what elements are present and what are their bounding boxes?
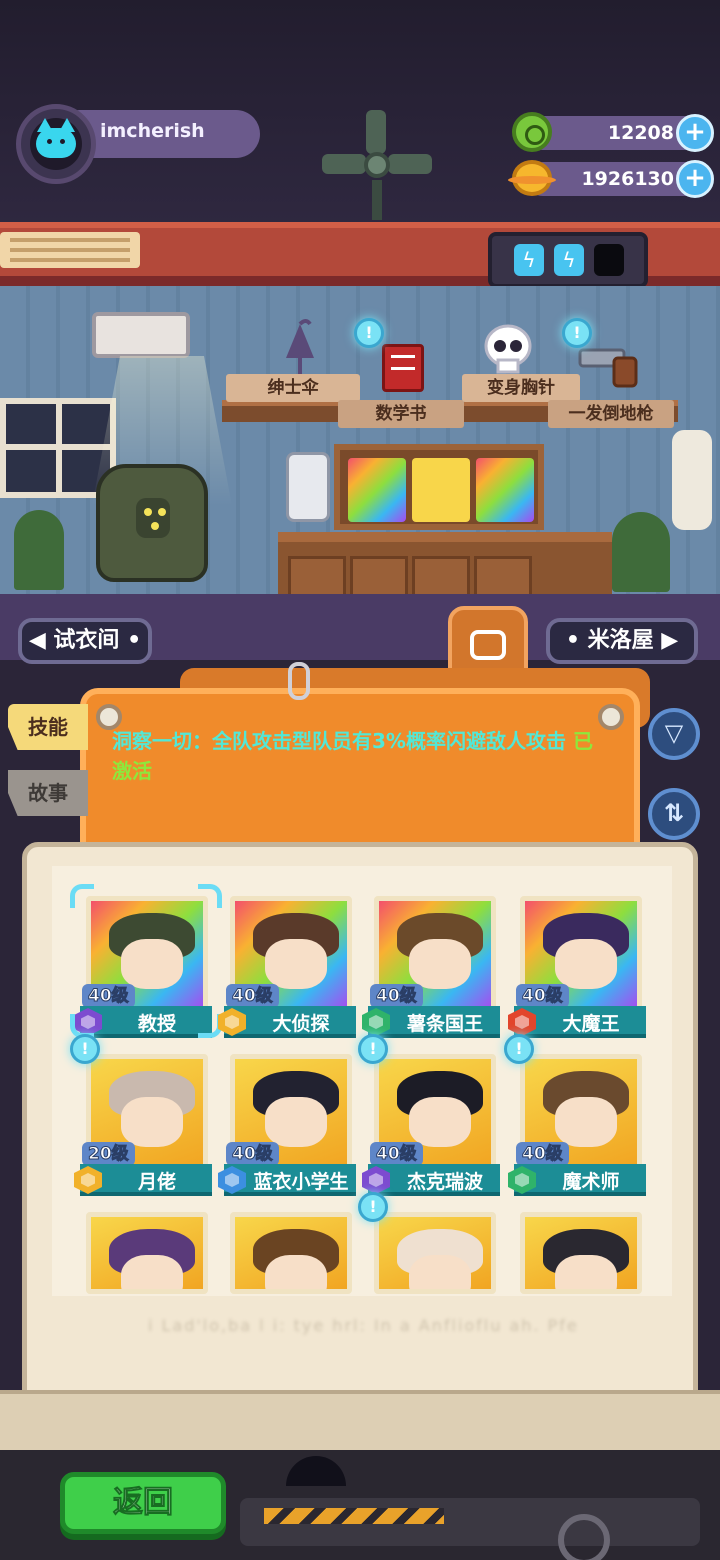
alert-bubble-icon bbox=[562, 318, 592, 348]
character-level: 40级 bbox=[226, 984, 279, 1008]
revolver-icon[interactable] bbox=[576, 344, 646, 390]
character-level: 40级 bbox=[516, 1142, 569, 1166]
professor-character[interactable] bbox=[96, 464, 208, 582]
character-level: 40级 bbox=[82, 984, 135, 1008]
player-profile[interactable]: imcherish bbox=[16, 104, 260, 192]
character-level: 40级 bbox=[370, 1142, 423, 1166]
character-name: 魔术师 bbox=[562, 1171, 620, 1193]
triangle-right-icon: ▶ bbox=[661, 628, 679, 653]
character-level: 40级 bbox=[516, 984, 569, 1008]
character-level: 40级 bbox=[226, 1142, 279, 1166]
character-name: 杰克瑞波 bbox=[406, 1171, 483, 1193]
character-name: 大魔王 bbox=[562, 1013, 620, 1035]
alert-bubble-icon bbox=[354, 318, 384, 348]
umbrella-icon[interactable] bbox=[280, 318, 320, 378]
energy-panel: ϟ ϟ bbox=[488, 232, 648, 288]
ceiling-lamp-icon bbox=[92, 312, 190, 358]
back-button[interactable]: 返回 bbox=[60, 1472, 226, 1534]
avatar[interactable] bbox=[16, 104, 96, 184]
triangle-left-icon: ◀ bbox=[28, 628, 46, 653]
character-name: 蓝衣小学生 bbox=[253, 1171, 349, 1193]
gem-count: 12208 bbox=[607, 122, 674, 144]
character-card[interactable]: 20级 月佬 bbox=[70, 1034, 212, 1198]
mini-card bbox=[348, 458, 406, 522]
display-cabinet bbox=[334, 444, 544, 530]
sort-icon: ⇅ bbox=[663, 799, 685, 827]
add-coins-button[interactable]: + bbox=[676, 160, 714, 198]
character-card[interactable]: 40级杰克瑞波 bbox=[358, 1034, 500, 1198]
selection-corner bbox=[70, 884, 94, 908]
alert-bubble-icon bbox=[504, 1034, 534, 1064]
math-book-icon[interactable] bbox=[382, 344, 424, 392]
book-pages bbox=[0, 1390, 720, 1450]
skill-description: 洞察一切：全队攻击型队员有3%概率闪避敌人攻击 已激活 bbox=[112, 726, 602, 786]
currency-coins: 1926130 + bbox=[508, 158, 714, 202]
fan-icon bbox=[318, 110, 433, 220]
currency-gems: 12208 + bbox=[508, 112, 714, 156]
skull-brooch-icon[interactable] bbox=[482, 322, 534, 376]
item-label-brooch[interactable]: 变身胸针 bbox=[462, 374, 580, 402]
plant-icon bbox=[612, 512, 670, 592]
character-card[interactable]: 40级蓝衣小学生 bbox=[218, 1048, 356, 1198]
fitting-room-button[interactable]: ◀ 试衣间 • bbox=[18, 618, 152, 664]
character-level: 40级 bbox=[370, 984, 423, 1008]
item-label-umbrella[interactable]: 绅士伞 bbox=[226, 374, 360, 402]
item-label-revolver[interactable]: 一发倒地枪 bbox=[548, 400, 674, 428]
plant-icon bbox=[14, 510, 64, 590]
add-gems-button[interactable]: + bbox=[676, 114, 714, 152]
dot-icon: • bbox=[127, 628, 142, 653]
vent bbox=[0, 232, 140, 268]
character-card[interactable] bbox=[358, 1192, 500, 1294]
sort-button[interactable]: ⇅ bbox=[648, 788, 700, 840]
character-name: 薯条国王 bbox=[406, 1013, 483, 1035]
coat-icon bbox=[672, 430, 712, 530]
character-card[interactable] bbox=[224, 1206, 356, 1294]
tab-story[interactable]: 故事 bbox=[8, 770, 88, 816]
character-portrait bbox=[230, 1212, 352, 1294]
coin-count: 1926130 bbox=[581, 168, 674, 190]
character-card[interactable] bbox=[80, 1206, 212, 1294]
character-card[interactable] bbox=[514, 1206, 646, 1294]
battery-icon: ϟ bbox=[554, 244, 584, 276]
filter-button[interactable]: ▽ bbox=[648, 708, 700, 760]
footer-text: i Lad'lo,ba l i: tye hrl: In a Anflioflu… bbox=[148, 1316, 579, 1335]
battery-icon: ϟ bbox=[514, 244, 544, 276]
character-portrait bbox=[520, 1212, 642, 1294]
selection-corner bbox=[198, 884, 222, 908]
item-label-math-book[interactable]: 数学书 bbox=[338, 400, 464, 428]
milo-room-button[interactable]: • 米洛屋 ▶ bbox=[546, 618, 698, 664]
character-portrait bbox=[374, 1212, 496, 1294]
cat-avatar-icon bbox=[36, 118, 76, 158]
character-card[interactable]: 40级 教授 bbox=[70, 884, 222, 1040]
character-card[interactable]: 40级大魔王 bbox=[508, 890, 646, 1040]
mini-card bbox=[412, 458, 470, 522]
milo-room-label: 米洛屋 bbox=[587, 628, 654, 653]
alert-bubble-icon bbox=[358, 1192, 388, 1222]
alert-bubble-icon bbox=[70, 1034, 100, 1064]
character-card[interactable]: 40级魔术师 bbox=[504, 1034, 646, 1198]
alert-bubble-icon bbox=[358, 1034, 388, 1064]
mini-card bbox=[476, 458, 534, 522]
gear-icon bbox=[558, 1514, 610, 1560]
microscope-icon bbox=[286, 452, 330, 522]
skill-text: 洞察一切：全队攻击型队员有3%概率闪避敌人攻击 bbox=[112, 729, 566, 753]
paperclip-icon bbox=[288, 662, 310, 700]
character-portrait bbox=[86, 1212, 208, 1294]
filter-icon: ▽ bbox=[664, 719, 684, 747]
tab-skills[interactable]: 技能 bbox=[8, 704, 88, 750]
gold-planet-coin-icon bbox=[508, 160, 556, 196]
character-card[interactable]: 40级薯条国王 bbox=[362, 890, 500, 1040]
character-name: 大侦探 bbox=[272, 1013, 330, 1035]
character-name: 教授 bbox=[137, 1013, 176, 1035]
fitting-room-label: 试衣间 bbox=[53, 628, 120, 653]
character-level: 20级 bbox=[82, 1142, 135, 1166]
green-gem-coin-icon bbox=[512, 112, 552, 152]
battery-empty-icon bbox=[594, 244, 624, 276]
character-card[interactable]: 40级大侦探 bbox=[218, 890, 356, 1040]
hazard-stripe bbox=[264, 1508, 444, 1524]
player-name: imcherish bbox=[100, 120, 205, 142]
character-name: 月佬 bbox=[137, 1171, 176, 1193]
dot-icon: • bbox=[565, 628, 580, 653]
